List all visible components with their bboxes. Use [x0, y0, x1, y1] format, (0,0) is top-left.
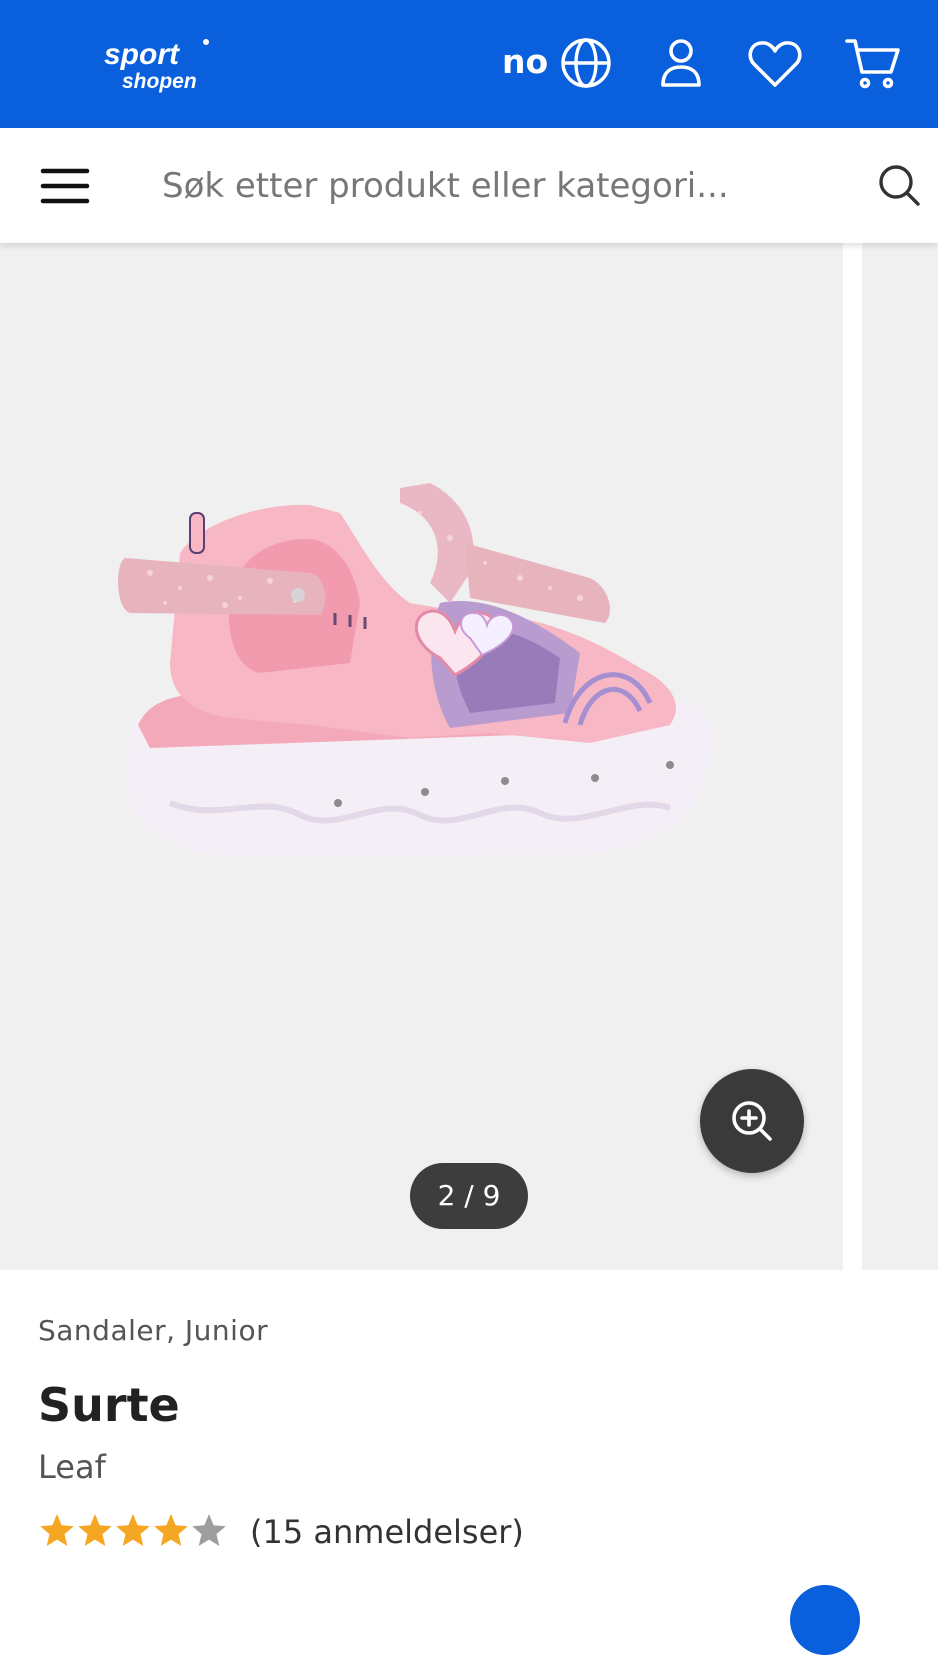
product-title: Surte	[38, 1378, 180, 1432]
gallery-slide-next[interactable]	[862, 243, 938, 1270]
hamburger-icon[interactable]	[40, 168, 90, 204]
star-full-icon	[40, 1514, 74, 1546]
product-image	[118, 483, 712, 858]
globe-icon[interactable]	[560, 37, 612, 93]
star-full-icon	[78, 1514, 112, 1546]
star-full-icon	[116, 1514, 150, 1546]
product-category[interactable]: Sandaler, Junior	[38, 1314, 268, 1347]
user-icon[interactable]	[660, 38, 702, 92]
product-gallery[interactable]: 2 / 9	[0, 243, 938, 1270]
star-empty-icon	[192, 1514, 226, 1546]
chat-button[interactable]	[790, 1585, 860, 1655]
product-brand[interactable]: Leaf	[38, 1448, 106, 1486]
top-header: sport shopen no	[0, 0, 938, 128]
gallery-counter: 2 / 9	[410, 1163, 528, 1229]
rating-stars	[40, 1514, 226, 1546]
cart-icon[interactable]	[845, 38, 901, 94]
svg-text:shopen: shopen	[122, 70, 197, 93]
reviews-count[interactable]: (15 anmeldelser)	[250, 1510, 524, 1554]
svg-text:sport: sport	[104, 38, 181, 71]
heart-icon[interactable]	[748, 40, 802, 92]
sportshopen-logo[interactable]: sport shopen	[100, 34, 218, 94]
search-icon[interactable]	[878, 164, 922, 208]
search-bar	[0, 128, 938, 243]
language-label[interactable]: no	[502, 42, 548, 82]
star-full-icon	[154, 1514, 188, 1546]
search-input[interactable]	[162, 156, 832, 216]
zoom-button[interactable]	[700, 1069, 804, 1173]
